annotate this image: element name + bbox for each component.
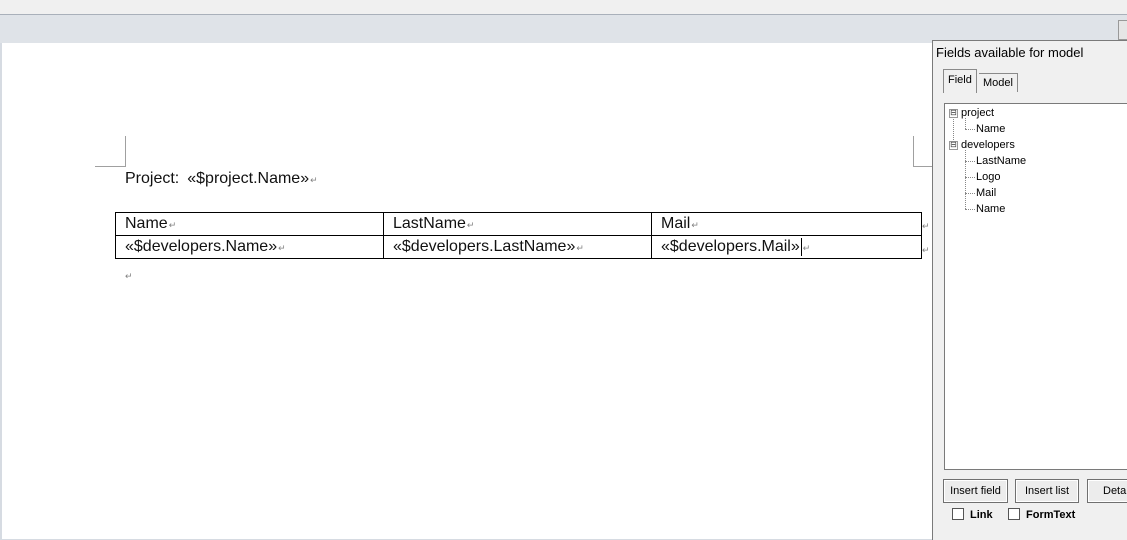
text-cursor bbox=[800, 237, 802, 256]
tree-leaf[interactable]: Mail bbox=[976, 187, 996, 199]
tab-model[interactable]: Model bbox=[979, 73, 1018, 92]
tree-line bbox=[965, 161, 975, 162]
table-header-row: Name↵ LastName↵ Mail↵ bbox=[115, 212, 922, 236]
project-line[interactable]: Project: «$project.Name»↵ bbox=[125, 170, 318, 188]
formtext-checkbox[interactable]: FormText bbox=[1008, 508, 1075, 521]
field-tree[interactable]: ⊟ project Name ⊟ developers LastName Log… bbox=[944, 103, 1127, 470]
paragraph-mark: ↵ bbox=[310, 175, 318, 185]
tree-line bbox=[965, 150, 966, 209]
fields-panel: Fields available for model Field Model ⊟… bbox=[932, 40, 1127, 540]
tree-line bbox=[965, 129, 975, 130]
project-merge-field[interactable]: «$project.Name» bbox=[187, 170, 309, 187]
row-end-mark: ↵ bbox=[922, 221, 930, 231]
tree-line bbox=[965, 118, 966, 129]
row-end-mark: ↵ bbox=[922, 245, 930, 255]
link-checkbox[interactable]: Link bbox=[952, 508, 993, 521]
document-page[interactable]: Project: «$project.Name»↵ Name↵ LastName↵… bbox=[2, 43, 944, 539]
window-top-bar bbox=[0, 0, 1127, 15]
tree-line bbox=[965, 193, 975, 194]
formtext-label: FormText bbox=[1026, 509, 1076, 521]
margin-corner-top-left bbox=[95, 136, 126, 167]
tree-leaf[interactable]: Name bbox=[976, 123, 1005, 135]
link-label: Link bbox=[970, 509, 993, 521]
document-background bbox=[0, 15, 1127, 43]
table-row: «$developers.Name»↵ «$developers.LastNam… bbox=[115, 235, 922, 259]
project-label: Project: bbox=[125, 170, 180, 187]
collapse-icon[interactable]: ⊟ bbox=[949, 109, 958, 118]
insert-field-button[interactable]: Insert field bbox=[943, 479, 1008, 503]
scrollbar-corner[interactable] bbox=[1118, 20, 1127, 40]
checkbox-box[interactable] bbox=[952, 508, 964, 520]
tree-node-developers[interactable]: developers bbox=[961, 139, 1015, 151]
panel-title: Fields available for model bbox=[936, 45, 1084, 60]
paragraph-mark: ↵ bbox=[125, 271, 133, 281]
tree-leaf[interactable]: Logo bbox=[976, 171, 1000, 183]
table-header-cell[interactable]: LastName↵ bbox=[383, 212, 652, 236]
details-button[interactable]: Deta bbox=[1087, 479, 1127, 503]
tree-leaf[interactable]: Name bbox=[976, 203, 1005, 215]
tree-line bbox=[965, 209, 975, 210]
tree-line bbox=[965, 177, 975, 178]
merge-field-cell[interactable]: «$developers.Name»↵ bbox=[115, 235, 384, 259]
tab-field[interactable]: Field bbox=[943, 69, 977, 93]
insert-list-button[interactable]: Insert list bbox=[1015, 479, 1079, 503]
merge-field-cell[interactable]: «$developers.Mail» ↵ bbox=[651, 235, 922, 259]
merge-field-cell[interactable]: «$developers.LastName»↵ bbox=[383, 235, 652, 259]
developers-table[interactable]: Name↵ LastName↵ Mail↵ «$developers.Name»… bbox=[115, 212, 922, 259]
collapse-icon[interactable]: ⊟ bbox=[949, 141, 958, 150]
table-header-cell[interactable]: Mail↵ bbox=[651, 212, 922, 236]
tree-leaf[interactable]: LastName bbox=[976, 155, 1026, 167]
checkbox-box[interactable] bbox=[1008, 508, 1020, 520]
table-header-cell[interactable]: Name↵ bbox=[115, 212, 384, 236]
